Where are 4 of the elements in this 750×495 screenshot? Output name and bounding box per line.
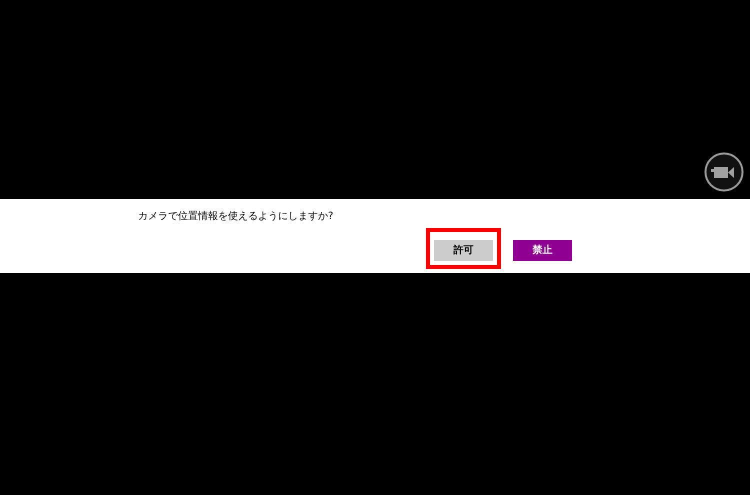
camera-icon[interactable]: [704, 152, 744, 192]
dialog-button[interactable]: 許可: [434, 240, 493, 261]
dialog-message: カメラで位置情報を使えるようにしますか?: [138, 210, 334, 224]
dialog-button[interactable]: 禁止: [513, 240, 572, 261]
